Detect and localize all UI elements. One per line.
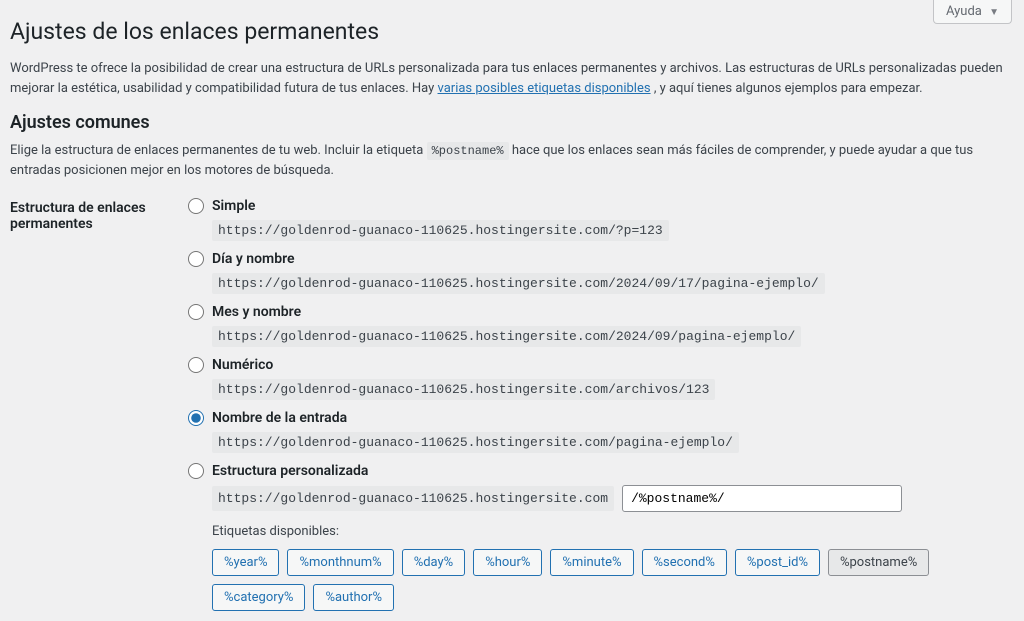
radio-simple[interactable] [188, 198, 204, 214]
radio-dayname[interactable] [188, 251, 204, 267]
common-heading: Ajustes comunes [10, 112, 1014, 133]
intro-paragraph: WordPress te ofrece la posibilidad de cr… [10, 59, 1014, 98]
radio-custom[interactable] [188, 463, 204, 479]
radio-label-custom[interactable]: Estructura personalizada [212, 463, 368, 479]
tag-button[interactable]: %monthnum% [287, 549, 393, 576]
tag-button[interactable]: %hour% [473, 549, 542, 576]
tag-button[interactable]: %year% [212, 549, 279, 576]
permalink-option-numeric: Numérico https://goldenrod-guanaco-110625… [188, 357, 1014, 400]
tag-button[interactable]: %category% [212, 584, 305, 611]
tag-buttons: %year% %monthnum% %day% %hour% %minute% %seco… [212, 549, 1014, 611]
radio-postname[interactable] [188, 410, 204, 426]
intro-link[interactable]: varias posibles etiquetas disponibles [438, 81, 651, 96]
tag-button[interactable]: %postname% [828, 549, 929, 576]
common-desc: Elige la estructura de enlaces permanent… [10, 141, 1014, 180]
example-url-dayname: https://goldenrod-guanaco-110625.hosting… [212, 273, 825, 294]
tag-button[interactable]: %second% [642, 549, 727, 576]
custom-url-prefix: https://goldenrod-guanaco-110625.hosting… [212, 486, 614, 511]
caret-down-icon: ▼ [989, 7, 999, 18]
postname-code: %postname% [427, 142, 509, 160]
help-label: Ayuda [946, 4, 982, 19]
help-tab[interactable]: Ayuda ▼ [933, 0, 1012, 24]
radio-label-monthname[interactable]: Mes y nombre [212, 304, 301, 320]
radio-label-numeric[interactable]: Numérico [212, 357, 273, 373]
intro-after: , y aquí tienes algunos ejemplos para em… [654, 81, 923, 96]
structure-row-label: Estructura de enlaces permanentes [10, 198, 188, 621]
permalink-option-dayname: Día y nombre https://goldenrod-guanaco-11… [188, 251, 1014, 294]
common-desc-before: Elige la estructura de enlaces permanent… [10, 143, 427, 158]
radio-label-postname[interactable]: Nombre de la entrada [212, 410, 347, 426]
permalink-option-custom: Estructura personalizada https://goldenro… [188, 463, 1014, 611]
tag-button[interactable]: %author% [313, 584, 394, 611]
page-title: Ajustes de los enlaces permanentes [10, 0, 1014, 51]
custom-structure-input[interactable] [622, 485, 902, 512]
radio-label-simple[interactable]: Simple [212, 198, 255, 214]
example-url-postname: https://goldenrod-guanaco-110625.hosting… [212, 432, 739, 453]
example-url-numeric: https://goldenrod-guanaco-110625.hosting… [212, 379, 715, 400]
permalink-option-monthname: Mes y nombre https://goldenrod-guanaco-11… [188, 304, 1014, 347]
tags-available-label: Etiquetas disponibles: [212, 524, 1014, 539]
permalink-option-simple: Simple https://goldenrod-guanaco-110625.h… [188, 198, 1014, 241]
example-url-monthname: https://goldenrod-guanaco-110625.hosting… [212, 326, 801, 347]
radio-label-dayname[interactable]: Día y nombre [212, 251, 295, 267]
tag-button[interactable]: %minute% [550, 549, 633, 576]
tag-button[interactable]: %day% [402, 549, 466, 576]
example-url-simple: https://goldenrod-guanaco-110625.hosting… [212, 220, 669, 241]
permalink-option-postname: Nombre de la entrada https://goldenrod-gu… [188, 410, 1014, 453]
tag-button[interactable]: %post_id% [735, 549, 820, 576]
radio-monthname[interactable] [188, 304, 204, 320]
radio-numeric[interactable] [188, 357, 204, 373]
